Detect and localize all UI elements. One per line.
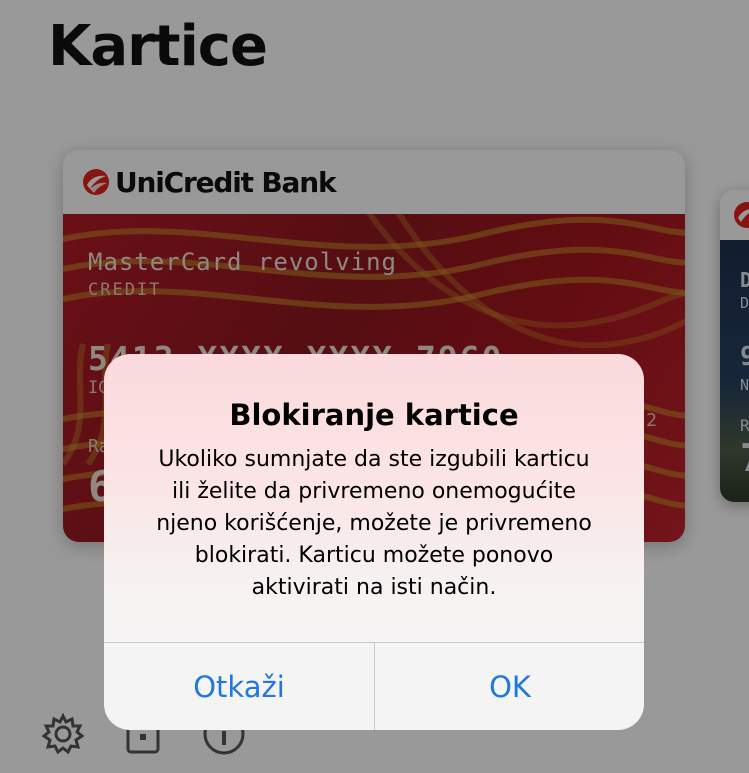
dialog-message-line: blokirati. Karticu možete ponovo — [194, 543, 554, 568]
cards-screen: Kartice UniCredit Bank MasterCard revolv… — [0, 0, 749, 773]
dialog-message-line: Ukoliko sumnjate da ste izgubili karticu — [158, 447, 590, 472]
dialog-message-line: njeno korišćenje, možete je privremeno — [156, 511, 592, 536]
dialog-title: Blokiranje kartice — [229, 398, 519, 432]
dialog-message: Ukoliko sumnjate da ste izgubili karticu… — [124, 444, 624, 604]
block-card-dialog: Blokiranje kartice Ukoliko sumnjate da s… — [104, 354, 644, 730]
ok-button[interactable]: OK — [375, 643, 644, 730]
dialog-message-line: aktivirati na isti način. — [251, 575, 497, 600]
cancel-button[interactable]: Otkaži — [104, 643, 374, 730]
dialog-message-line: ili želite da privremeno onemogućite — [172, 479, 576, 504]
